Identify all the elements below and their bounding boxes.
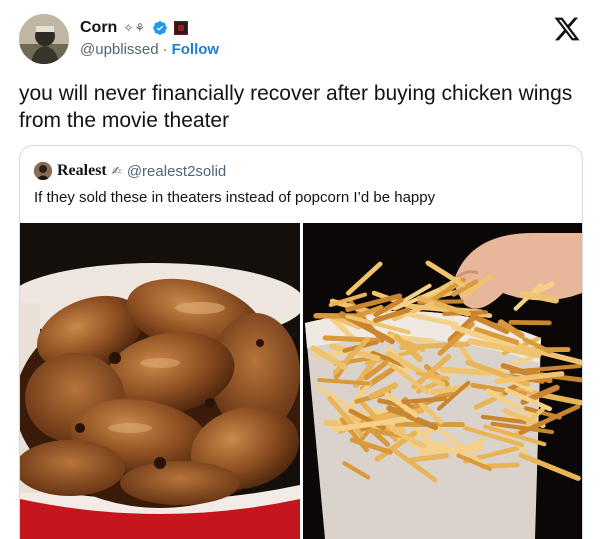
fry xyxy=(511,322,549,323)
separator-dot: · xyxy=(163,41,168,58)
handle-row: @upblissed · Follow xyxy=(80,41,219,58)
name-emoji: ✧⚘ xyxy=(123,21,146,35)
follow-button[interactable]: Follow xyxy=(172,41,220,58)
user-handle[interactable]: @upblissed xyxy=(80,41,159,58)
fry xyxy=(442,370,489,373)
quoted-avatar xyxy=(34,162,52,180)
quoted-name-emoji: ✍ xyxy=(112,164,122,178)
tweet-card: Corn ✧⚘ @upblissed · Follow you will nev… xyxy=(0,0,600,538)
french-fries-cup-photo[interactable] xyxy=(303,223,582,539)
quoted-display-name: Realest xyxy=(57,162,107,180)
x-logo-icon[interactable] xyxy=(553,15,581,43)
name-row: Corn ✧⚘ xyxy=(80,17,188,39)
quoted-handle: @realest2solid xyxy=(127,163,226,180)
tweet-text: you will never financially recover after… xyxy=(19,80,579,134)
avatar-image xyxy=(19,14,69,64)
verified-badge-icon xyxy=(152,20,168,36)
quoted-text: If they sold these in theaters instead o… xyxy=(34,189,435,206)
chicken-wings-bucket-photo[interactable] xyxy=(20,223,300,539)
flag-emoji-icon xyxy=(174,21,188,35)
user-avatar[interactable] xyxy=(19,14,69,64)
quoted-tweet[interactable]: Realest ✍ @realest2solid If they sold th… xyxy=(19,145,583,539)
quoted-header: Realest ✍ @realest2solid xyxy=(34,162,226,180)
display-name[interactable]: Corn xyxy=(80,19,117,37)
